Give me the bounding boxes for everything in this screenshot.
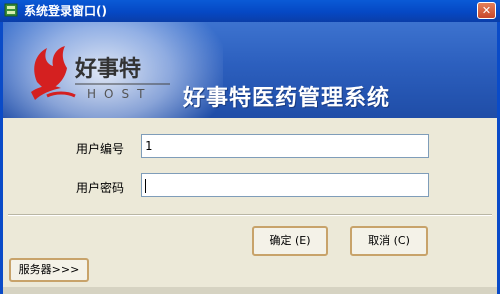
server-button[interactable]: 服务器>>> [9, 258, 89, 282]
logo-subtext: HOST [87, 87, 152, 101]
ok-button[interactable]: 确定 (E) [252, 226, 328, 256]
password-label: 用户密码 [76, 181, 125, 195]
app-icon [4, 3, 18, 17]
window-title: 系统登录窗口() [24, 4, 107, 18]
cancel-button[interactable]: 取消 (C) [350, 226, 428, 256]
close-icon: ✕ [481, 4, 492, 17]
password-input[interactable] [141, 173, 429, 197]
user-id-value: 1 [145, 139, 153, 153]
company-logo: 好事特 HOST [31, 46, 170, 101]
bottom-strip [3, 287, 497, 294]
close-button[interactable]: ✕ [477, 2, 496, 19]
banner: 好事特 HOST 好事特医药管理系统 [3, 22, 497, 118]
title-bar[interactable]: 系统登录窗口() ✕ [0, 0, 500, 22]
text-caret [145, 178, 146, 193]
app-name: 好事特医药管理系统 [183, 86, 391, 111]
logo-text: 好事特 [74, 56, 141, 82]
user-id-label: 用户编号 [76, 142, 125, 156]
divider [8, 214, 492, 216]
user-id-input[interactable]: 1 [141, 134, 429, 158]
